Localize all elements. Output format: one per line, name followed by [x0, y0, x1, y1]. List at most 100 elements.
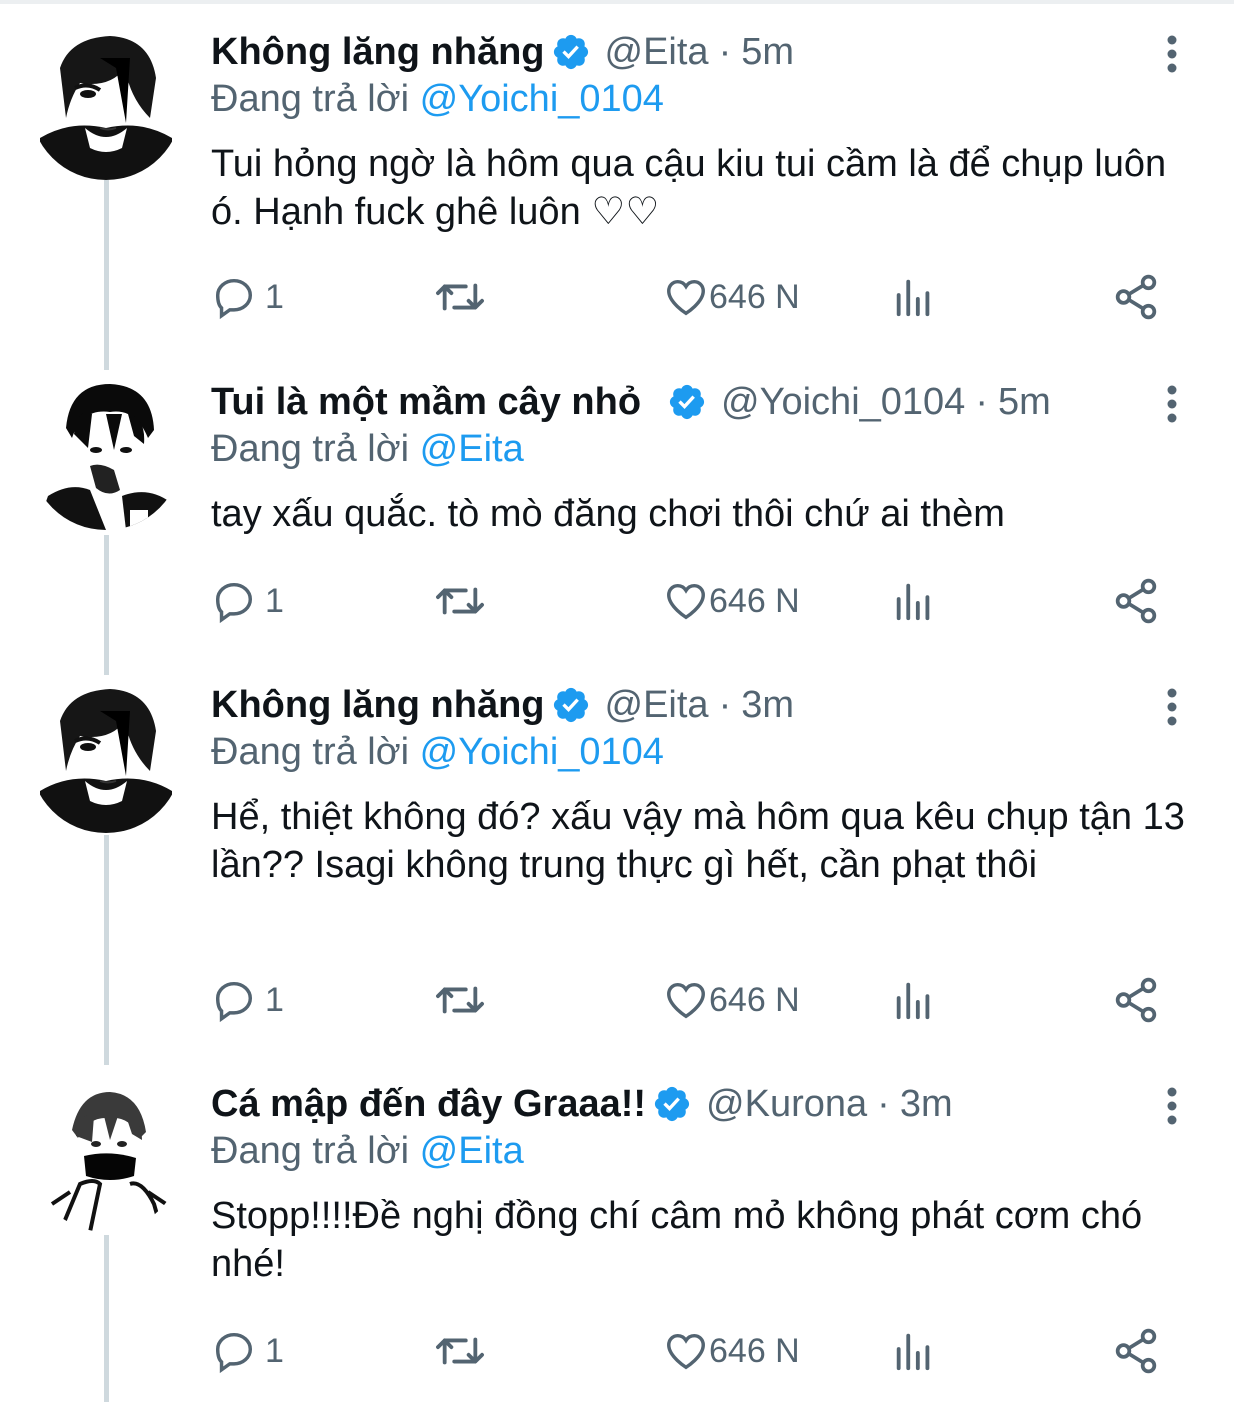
replying-to: Đang trả lời @Yoichi_0104 — [211, 731, 664, 774]
timestamp[interactable]: 5m — [998, 381, 1051, 424]
like-button[interactable]: 646 N — [663, 975, 800, 1025]
bar-chart-icon — [896, 583, 930, 621]
like-count: 646 N — [709, 581, 800, 620]
mention-link[interactable]: @Eita — [420, 1130, 524, 1172]
verified-badge-icon — [553, 687, 588, 723]
share-icon — [1115, 578, 1157, 624]
avatar-image — [30, 28, 182, 180]
verified-badge-icon — [553, 34, 588, 70]
retweet-icon — [436, 986, 484, 1014]
reply-bubble-icon — [215, 1332, 253, 1374]
display-name[interactable]: Không lăng nhăng — [211, 684, 545, 727]
avatar[interactable] — [30, 378, 182, 530]
tweet-text: tay xấu quắc. tò mò đăng chơi thôi chứ a… — [211, 493, 1005, 535]
action-bar: 1 646 N — [211, 576, 1191, 626]
avatar-image — [30, 681, 182, 833]
reply-button[interactable]: 1 — [211, 975, 284, 1025]
replying-prefix: Đang trả lời — [211, 731, 410, 773]
handle[interactable]: @Kurona — [706, 1083, 867, 1126]
retweet-button[interactable] — [433, 576, 487, 626]
display-name[interactable]: Không lăng nhăng — [211, 31, 545, 74]
retweet-icon — [436, 587, 484, 615]
thread-line — [104, 835, 109, 1065]
more-vertical-icon[interactable] — [1160, 687, 1184, 727]
separator-dot: · — [975, 380, 988, 423]
handle[interactable]: @Yoichi_0104 — [721, 381, 965, 424]
tweet-header: Không lăng nhăng @Eita · 5m — [211, 28, 794, 76]
views-button[interactable] — [891, 576, 937, 626]
mention-link[interactable]: @Yoichi_0104 — [420, 78, 664, 120]
reply-bubble-icon — [215, 278, 253, 320]
reply-count: 1 — [265, 581, 284, 620]
share-button[interactable] — [1111, 576, 1161, 626]
share-icon — [1115, 1328, 1157, 1374]
display-name[interactable]: Tui là một mầm cây nhỏ — [211, 381, 641, 424]
replying-prefix: Đang trả lời — [211, 1130, 410, 1172]
share-button[interactable] — [1111, 1326, 1161, 1376]
display-name[interactable]: Cá mập đến đây Graaa!! — [211, 1083, 646, 1126]
views-button[interactable] — [891, 1326, 937, 1376]
like-count: 646 N — [709, 980, 800, 1019]
timestamp[interactable]: 5m — [741, 31, 794, 74]
separator-dot: · — [718, 683, 732, 726]
separator-dot: · — [718, 30, 732, 73]
replying-to: Đang trả lời @Yoichi_0104 — [211, 78, 664, 121]
replying-to: Đang trả lời @Eita — [211, 1130, 524, 1173]
tweet-text: Hể, thiệt không đó? xấu vậy mà hôm qua k… — [211, 796, 1185, 886]
like-button[interactable]: 646 N — [663, 272, 800, 322]
more-vertical-icon[interactable] — [1160, 34, 1184, 74]
timestamp[interactable]: 3m — [741, 684, 794, 727]
retweet-icon — [436, 283, 484, 311]
avatar-image — [30, 1080, 182, 1232]
avatar-image — [30, 378, 182, 530]
avatar[interactable] — [30, 1080, 182, 1232]
reply-button[interactable]: 1 — [211, 1326, 284, 1376]
tweet-header: Cá mập đến đây Graaa!! @Kurona · 3m — [211, 1080, 953, 1128]
verified-badge-icon — [654, 1086, 690, 1122]
reply-count: 1 — [265, 1331, 284, 1370]
top-divider — [0, 0, 1234, 4]
heart-icon — [667, 982, 705, 1019]
share-icon — [1115, 977, 1157, 1023]
reply-count: 1 — [265, 980, 284, 1019]
share-icon — [1115, 274, 1157, 320]
action-bar: 1 646 N — [211, 272, 1191, 322]
reply-button[interactable]: 1 — [211, 576, 284, 626]
bar-chart-icon — [896, 279, 930, 317]
avatar[interactable] — [30, 681, 182, 833]
more-vertical-icon[interactable] — [1160, 384, 1184, 424]
mention-link[interactable]: @Eita — [420, 428, 524, 470]
replying-to: Đang trả lời @Eita — [211, 428, 524, 471]
like-count: 646 N — [709, 277, 800, 316]
share-button[interactable] — [1111, 272, 1161, 322]
heart-icon — [667, 279, 705, 316]
handle[interactable]: @Eita — [605, 31, 709, 74]
tweet-text: Stopp!!!!Đề nghị đồng chí câm mỏ không p… — [211, 1195, 1143, 1285]
heart-icon — [667, 583, 705, 620]
retweet-button[interactable] — [433, 272, 487, 322]
thread-line — [104, 180, 109, 370]
bar-chart-icon — [896, 1333, 930, 1371]
action-bar: 1 646 N — [211, 1326, 1191, 1376]
thread-line — [104, 535, 109, 675]
share-button[interactable] — [1111, 975, 1161, 1025]
views-button[interactable] — [891, 975, 937, 1025]
tweet-text: Tui hỏng ngờ là hôm qua cậu kiu tui cầm … — [211, 143, 1167, 233]
timestamp[interactable]: 3m — [900, 1083, 953, 1126]
like-button[interactable]: 646 N — [663, 1326, 800, 1376]
reply-button[interactable]: 1 — [211, 272, 284, 322]
reply-bubble-icon — [215, 981, 253, 1023]
retweet-button[interactable] — [433, 975, 487, 1025]
like-button[interactable]: 646 N — [663, 576, 800, 626]
views-button[interactable] — [891, 272, 937, 322]
handle[interactable]: @Eita — [605, 684, 709, 727]
replying-prefix: Đang trả lời — [211, 78, 410, 120]
mention-link[interactable]: @Yoichi_0104 — [420, 731, 664, 773]
heart-icon — [667, 1333, 705, 1370]
avatar[interactable] — [30, 28, 182, 180]
retweet-button[interactable] — [433, 1326, 487, 1376]
more-vertical-icon[interactable] — [1160, 1086, 1184, 1126]
reply-count: 1 — [265, 277, 284, 316]
tweet-header: Tui là một mầm cây nhỏ @Yoichi_0104 · 5m — [211, 378, 1051, 426]
like-count: 646 N — [709, 1331, 800, 1370]
